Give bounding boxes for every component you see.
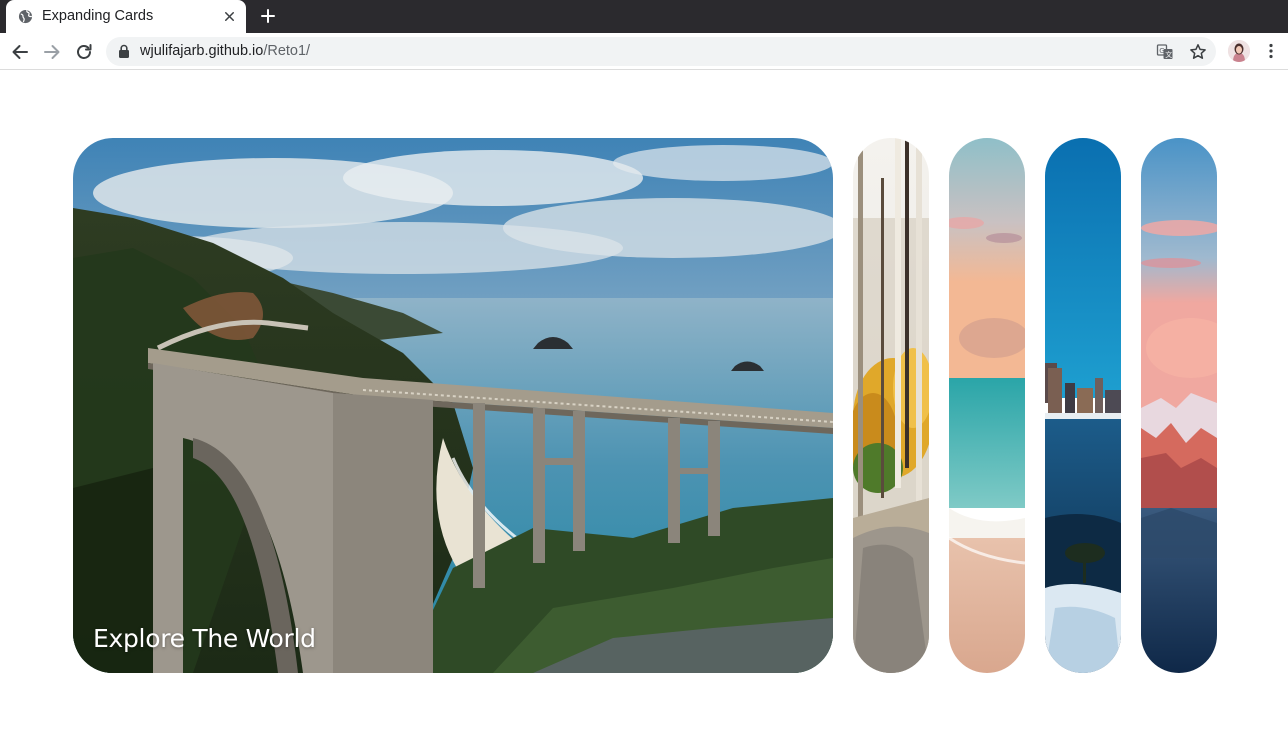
card-title: Explore The World [93, 624, 316, 653]
page-content: Explore The World [0, 71, 1288, 740]
profile-avatar[interactable] [1228, 40, 1250, 62]
svg-text:文: 文 [1165, 50, 1172, 59]
url-host: wjulifajarb.github.io [140, 43, 264, 59]
bookmark-star-icon[interactable] [1189, 43, 1207, 61]
forward-icon[interactable] [41, 41, 63, 63]
beach-sunset-image [949, 138, 1025, 673]
autumn-forest-image [853, 138, 929, 673]
kebab-menu-icon[interactable] [1262, 42, 1280, 60]
address-bar[interactable]: wjulifajarb.github.io/Reto1/ G 文 [106, 37, 1216, 66]
card-pink-mountains[interactable] [1141, 138, 1217, 673]
globe-icon [18, 9, 33, 24]
tab-strip: Expanding Cards [0, 0, 1288, 33]
url-text[interactable]: wjulifajarb.github.io/Reto1/ [140, 43, 310, 59]
tab-title: Expanding Cards [42, 8, 154, 24]
svg-text:G: G [1159, 47, 1164, 55]
card-winter-city[interactable] [1045, 138, 1121, 673]
lock-icon[interactable] [118, 44, 130, 58]
card-explore-the-world[interactable]: Explore The World [73, 138, 833, 673]
new-tab-icon[interactable] [258, 6, 278, 26]
translate-icon[interactable]: G 文 [1156, 43, 1174, 61]
url-path: /Reto1/ [263, 43, 311, 59]
card-beach-sunset[interactable] [949, 138, 1025, 673]
pink-mountains-image [1141, 138, 1217, 673]
reload-icon[interactable] [73, 41, 95, 63]
close-tab-icon[interactable] [222, 9, 237, 24]
browser-tab[interactable]: Expanding Cards [6, 0, 246, 33]
back-icon[interactable] [9, 41, 31, 63]
card-autumn-forest[interactable] [853, 138, 929, 673]
browser-toolbar: wjulifajarb.github.io/Reto1/ G 文 [0, 33, 1288, 70]
coastal-bridge-image [73, 138, 833, 673]
winter-city-image [1045, 138, 1121, 673]
